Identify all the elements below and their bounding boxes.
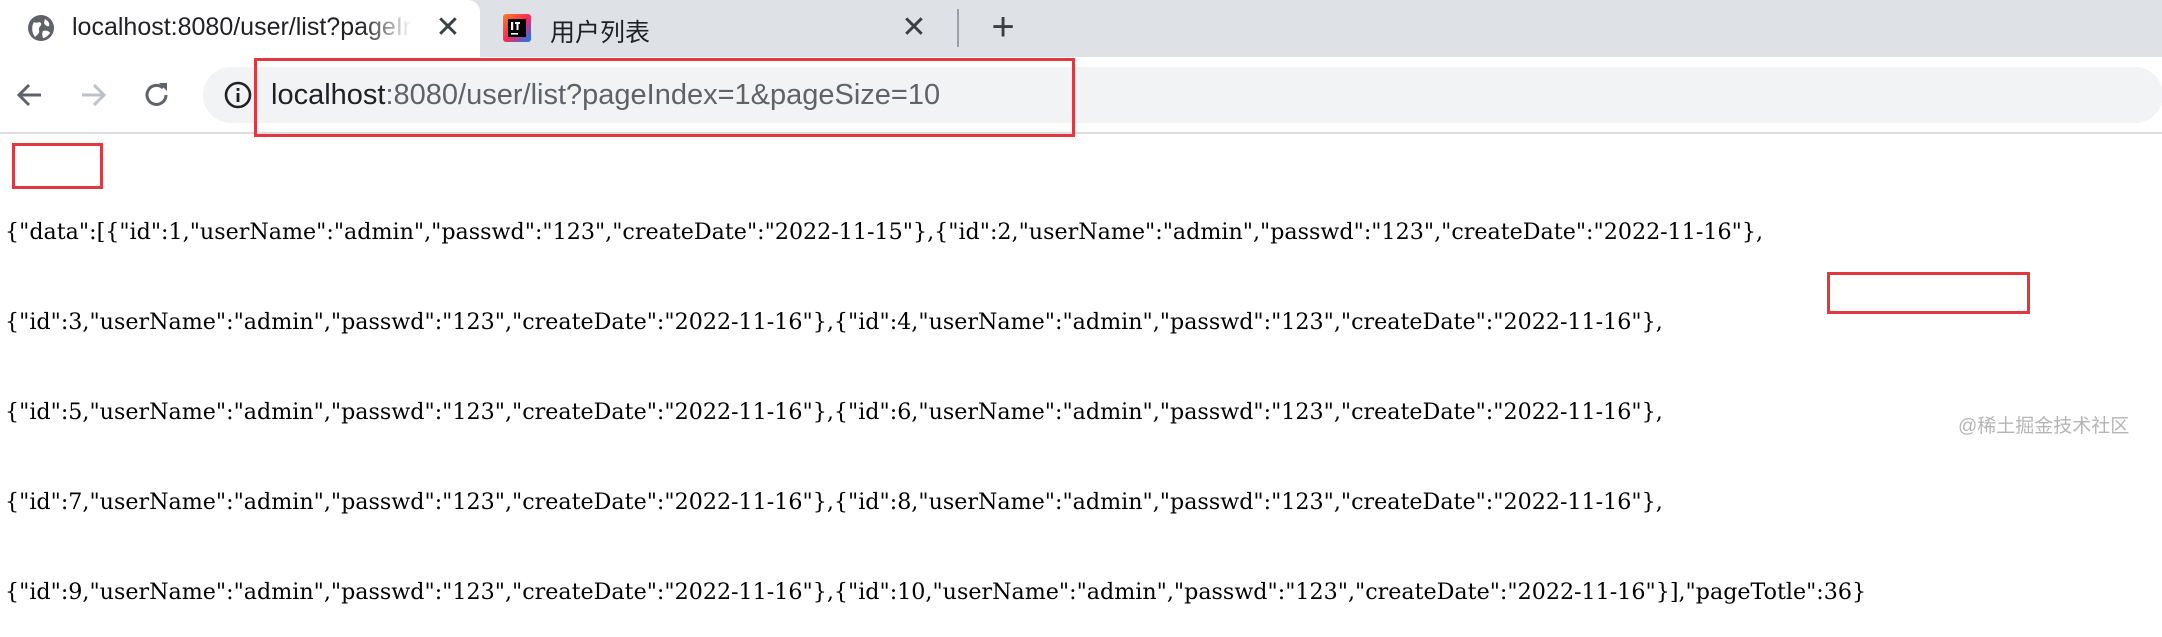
globe-icon <box>26 13 56 43</box>
tab-title: 用户列表 <box>550 19 651 47</box>
reload-icon[interactable] <box>137 75 177 115</box>
tab-active[interactable]: localhost:8080/user/list?pageIndex=1&pag… <box>0 0 480 57</box>
json-response: {"data":[{"id":1,"userName":"admin","pas… <box>5 157 1866 637</box>
json-line: {"id":9,"userName":"admin","passwd":"123… <box>5 579 1867 605</box>
arrow-right-icon[interactable] <box>73 75 113 115</box>
close-icon[interactable]: ✕ <box>434 13 462 43</box>
info-icon[interactable] <box>223 80 253 110</box>
json-line: {"id":3,"userName":"admin","passwd":"123… <box>5 309 1663 335</box>
tab-separator <box>957 9 959 47</box>
tab-strip: localhost:8080/user/list?pageIndex=1&pag… <box>0 0 2162 57</box>
close-icon[interactable]: ✕ <box>900 13 928 43</box>
url-highlight-box <box>254 58 1075 137</box>
arrow-left-icon[interactable] <box>10 75 50 115</box>
intellij-icon <box>502 13 532 43</box>
new-tab-button[interactable]: + <box>983 7 1023 48</box>
json-line: {"id":5,"userName":"admin","passwd":"123… <box>5 399 1663 425</box>
json-line: {"id":7,"userName":"admin","passwd":"123… <box>5 489 1663 515</box>
tab-user-list[interactable]: 用户列表 ✕ <box>488 0 948 57</box>
watermark: @稀土掘金技术社区 <box>1958 416 2130 437</box>
tab-title: localhost:8080/user/list?pageIndex=1&pag… <box>72 13 412 41</box>
json-line: {"data":[{"id":1,"userName":"admin","pas… <box>5 219 1764 245</box>
